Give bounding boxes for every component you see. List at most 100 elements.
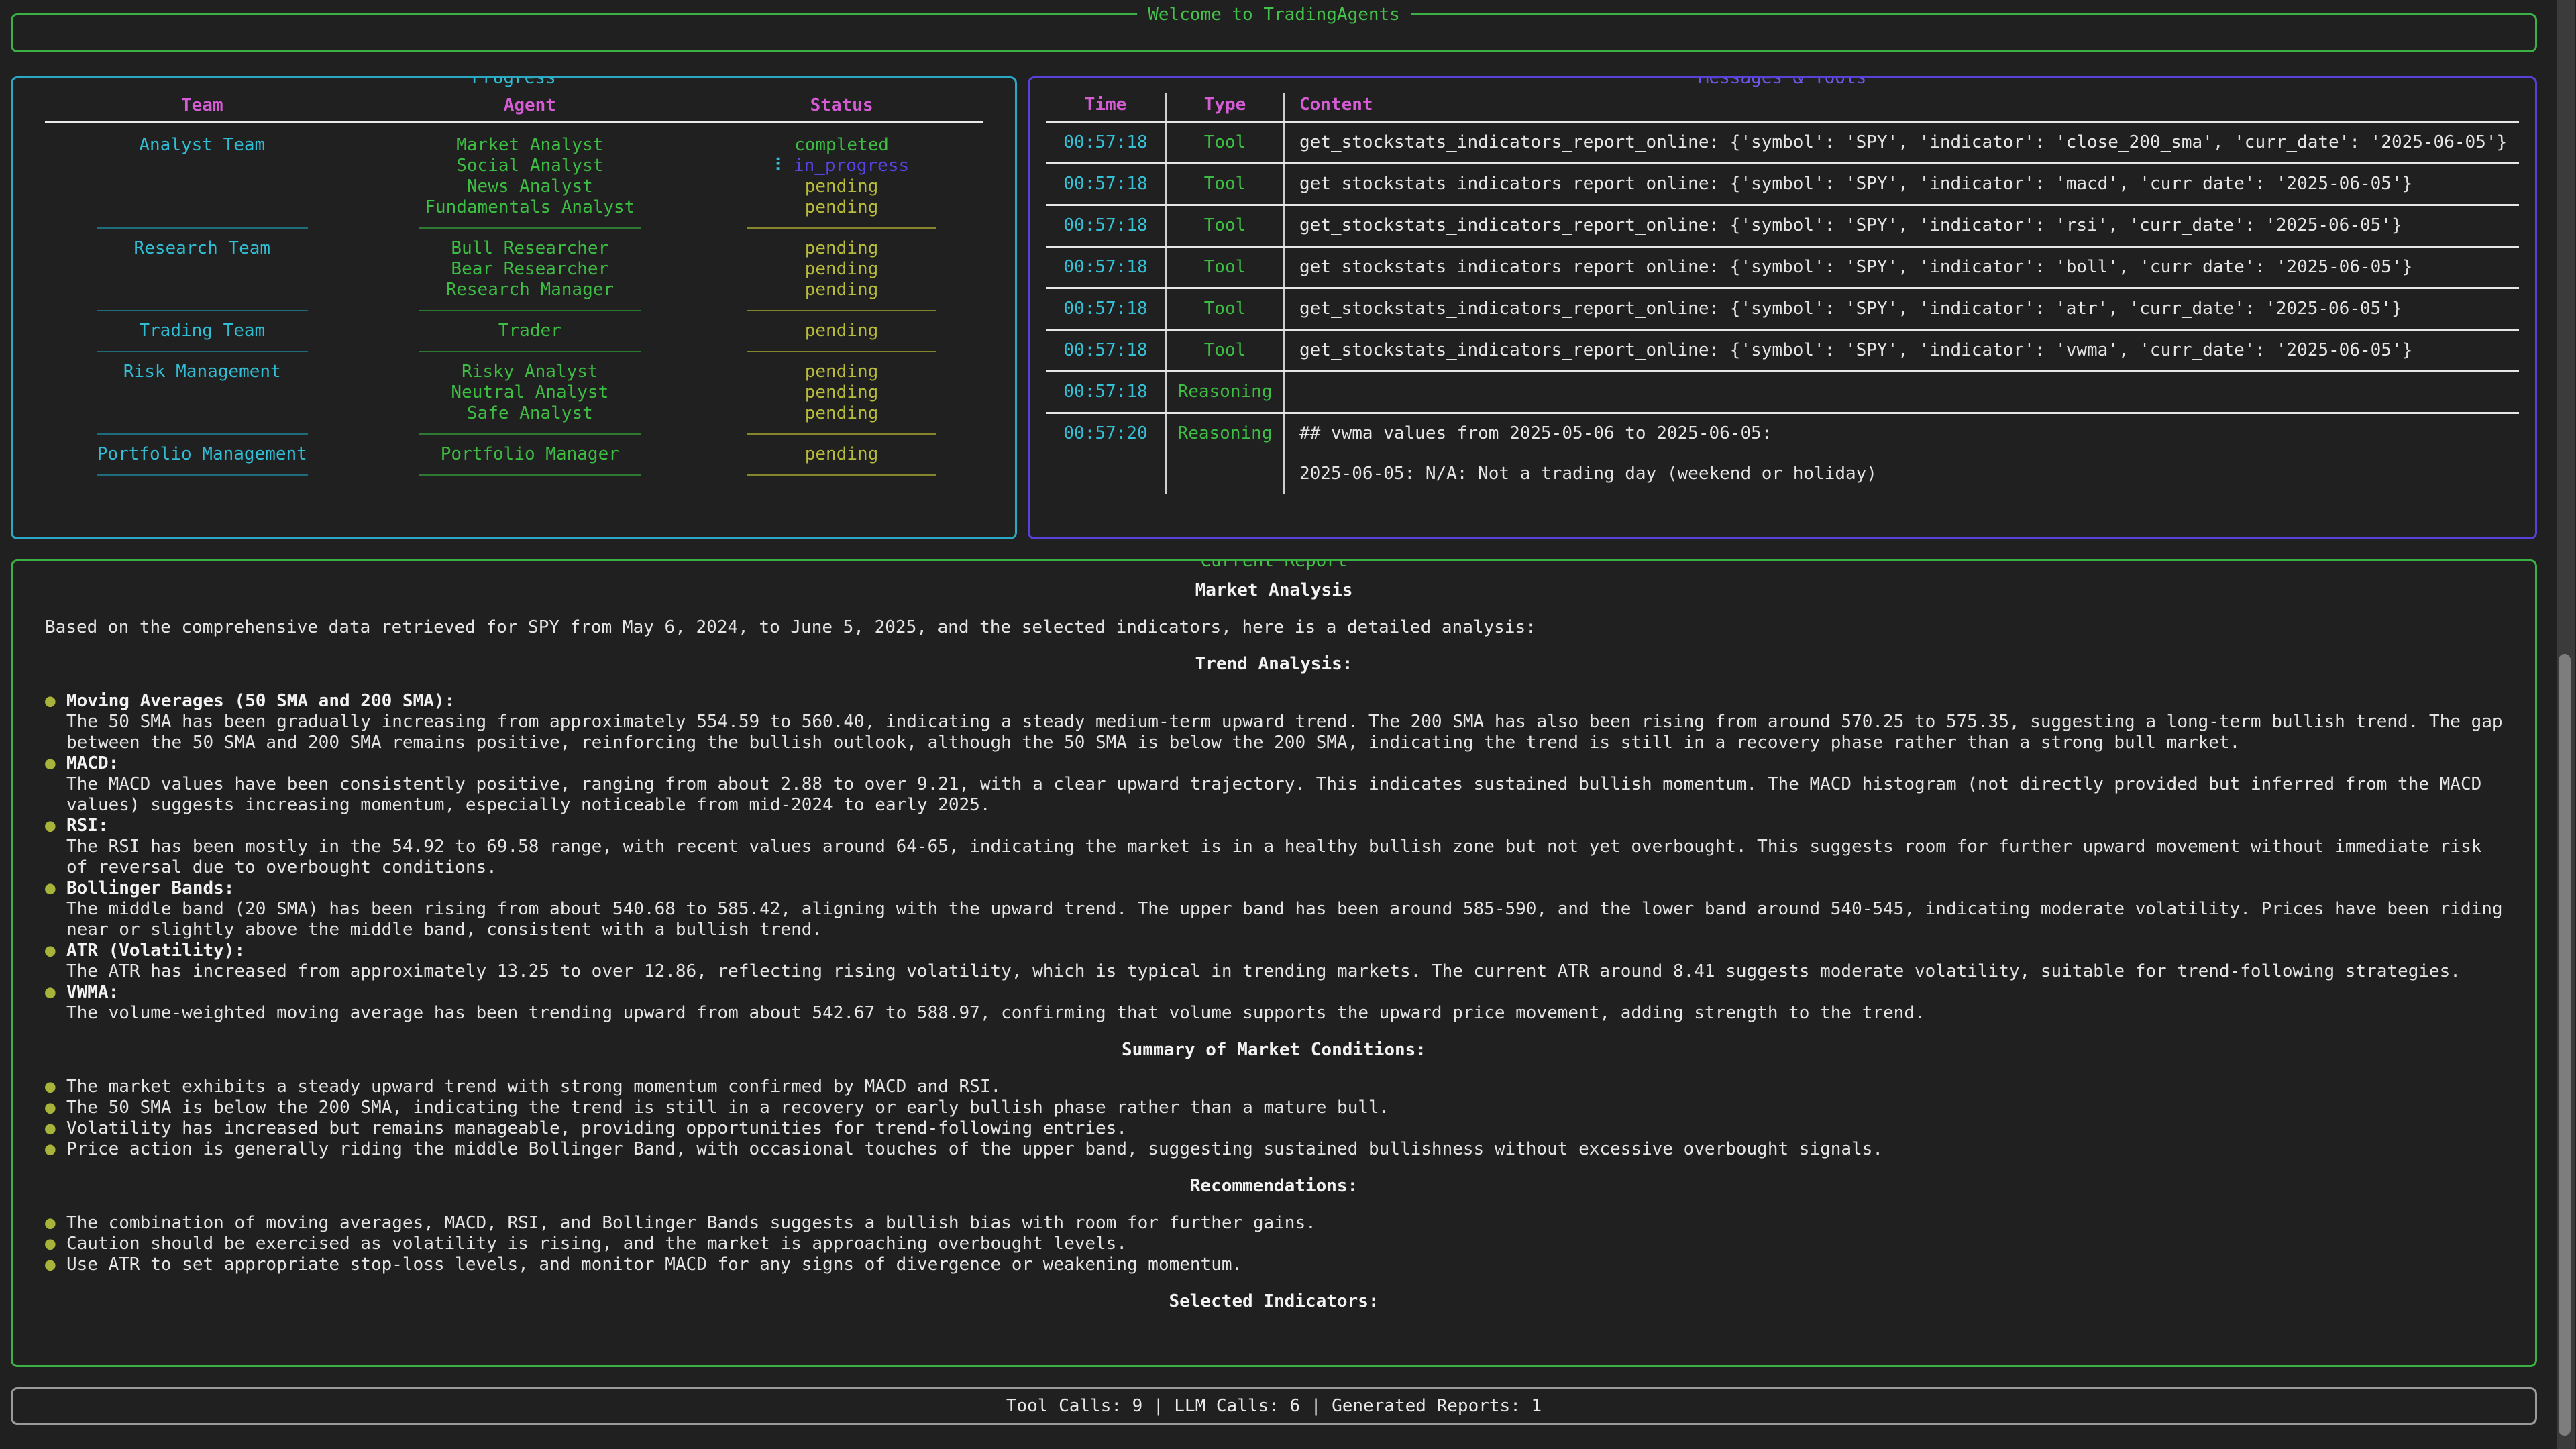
group-separator bbox=[362, 424, 698, 444]
bullet-text: Volatility has increased but remains man… bbox=[66, 1118, 2508, 1139]
bullet-dot-icon: ● bbox=[40, 878, 66, 941]
progress-column-header: Agent bbox=[362, 93, 698, 117]
message-time: 00:57:18 bbox=[1046, 206, 1167, 246]
bullet-text: The RSI has been mostly in the 54.92 to … bbox=[66, 837, 2508, 878]
message-content-line: get_stockstats_indicators_report_online:… bbox=[1299, 299, 2519, 319]
status-row: Progress TeamAgentStatusAnalyst TeamMark… bbox=[11, 76, 2537, 539]
bullet-text: The MACD values have been consistently p… bbox=[66, 774, 2508, 816]
report-section-heading: Trend Analysis: bbox=[40, 654, 2508, 675]
report-bullet: ●Bollinger Bands:The middle band (20 SMA… bbox=[40, 878, 2508, 941]
agent-label: Safe Analyst bbox=[362, 403, 698, 424]
message-type: Tool bbox=[1167, 289, 1285, 329]
agent-label: Market Analyst bbox=[362, 135, 698, 156]
group-separator bbox=[362, 218, 698, 238]
status-text: pending bbox=[805, 197, 879, 217]
bullet-label: Moving Averages (50 SMA and 200 SMA): bbox=[66, 691, 2508, 712]
status-badge: pending bbox=[698, 382, 985, 403]
status-text: pending bbox=[805, 444, 879, 464]
messages-column-header: Type bbox=[1167, 93, 1285, 121]
report-intro: Based on the comprehensive data retrieve… bbox=[40, 617, 2508, 638]
message-content bbox=[1285, 372, 2519, 412]
report-bullet: ●The combination of moving averages, MAC… bbox=[40, 1213, 2508, 1234]
bullet-text: Caution should be exercised as volatilit… bbox=[66, 1234, 2508, 1254]
message-time: 00:57:18 bbox=[1046, 372, 1167, 412]
message-time: 00:57:18 bbox=[1046, 164, 1167, 204]
progress-column-header: Status bbox=[698, 93, 985, 117]
bullet-content: MACD:The MACD values have been consisten… bbox=[66, 753, 2508, 816]
messages-header-row: TimeTypeContent bbox=[1046, 93, 2519, 123]
message-content-line: get_stockstats_indicators_report_online:… bbox=[1299, 174, 2519, 195]
bullet-content: Volatility has increased but remains man… bbox=[66, 1118, 2508, 1139]
message-row: 00:57:18Tool get_stockstats_indicators_re… bbox=[1046, 206, 2519, 248]
message-content-line bbox=[1299, 444, 2519, 464]
bullet-dot-icon: ● bbox=[40, 1077, 66, 1097]
agent-label: Trader bbox=[362, 321, 698, 341]
bullet-content: Price action is generally riding the mid… bbox=[66, 1139, 2508, 1160]
status-badge: pending bbox=[698, 259, 985, 280]
messages-panel: Messages & Tools TimeTypeContent00:57:18… bbox=[1028, 76, 2537, 539]
bullet-text: The 50 SMA is below the 200 SMA, indicat… bbox=[66, 1097, 2508, 1118]
messages-column-header: Content bbox=[1285, 93, 2519, 121]
team-label: Research Team bbox=[42, 238, 362, 259]
message-content-line: get_stockstats_indicators_report_online:… bbox=[1299, 257, 2519, 278]
bullet-dot-icon: ● bbox=[40, 816, 66, 878]
message-content-line: get_stockstats_indicators_report_online:… bbox=[1299, 215, 2519, 236]
message-time: 00:57:18 bbox=[1046, 289, 1167, 329]
bullet-content: ATR (Volatility):The ATR has increased f… bbox=[66, 941, 2508, 982]
bullet-content: VWMA:The volume-weighted moving average … bbox=[66, 982, 2508, 1024]
message-row: 00:57:18Toolget_stockstats_indicators_re… bbox=[1046, 248, 2519, 289]
progress-column-header: Team bbox=[42, 93, 362, 117]
team-label: Analyst Team bbox=[42, 135, 362, 156]
message-row: 00:57:18Toolget_stockstats_indicators_re… bbox=[1046, 123, 2519, 164]
progress-panel: Progress TeamAgentStatusAnalyst TeamMark… bbox=[11, 76, 1017, 539]
status-text: pending bbox=[805, 259, 879, 279]
report-bullet: ●Use ATR to set appropriate stop-loss le… bbox=[40, 1254, 2508, 1275]
bullet-text: Price action is generally riding the mid… bbox=[66, 1139, 2508, 1160]
status-badge: pending bbox=[698, 362, 985, 382]
bullet-text: The combination of moving averages, MACD… bbox=[66, 1213, 2508, 1234]
bullet-content: Moving Averages (50 SMA and 200 SMA):The… bbox=[66, 691, 2508, 753]
team-label bbox=[42, 280, 362, 301]
bullet-content: Caution should be exercised as volatilit… bbox=[66, 1234, 2508, 1254]
status-text: pending bbox=[805, 321, 879, 341]
message-type: Tool bbox=[1167, 331, 1285, 370]
bullet-label: RSI: bbox=[66, 816, 2508, 837]
bullet-dot-icon: ● bbox=[40, 982, 66, 1024]
group-separator bbox=[698, 341, 985, 362]
bullet-content: The market exhibits a steady upward tren… bbox=[66, 1077, 2508, 1097]
agent-label: Fundamentals Analyst bbox=[362, 197, 698, 218]
team-label bbox=[42, 197, 362, 218]
bullet-content: The combination of moving averages, MACD… bbox=[66, 1213, 2508, 1234]
message-content: get_stockstats_indicators_report_online:… bbox=[1285, 206, 2519, 246]
message-content-line: ## vwma values from 2025-05-06 to 2025-0… bbox=[1299, 423, 2519, 444]
message-time: 00:57:18 bbox=[1046, 331, 1167, 370]
group-separator bbox=[362, 341, 698, 362]
bullet-dot-icon: ● bbox=[40, 1097, 66, 1118]
message-type: Reasoning bbox=[1167, 372, 1285, 412]
scrollbar-track[interactable] bbox=[2557, 0, 2575, 1449]
message-type: Tool bbox=[1167, 248, 1285, 287]
bullet-text: The 50 SMA has been gradually increasing… bbox=[66, 712, 2508, 753]
bullet-dot-icon: ● bbox=[40, 1234, 66, 1254]
status-badge: ⠇in_progress bbox=[698, 156, 985, 176]
message-content-line: 2025-06-05: N/A: Not a trading day (week… bbox=[1299, 464, 2519, 484]
report-section-heading: Summary of Market Conditions: bbox=[40, 1040, 2508, 1061]
group-separator bbox=[42, 465, 362, 485]
status-badge: pending bbox=[698, 238, 985, 259]
report-body: Market AnalysisBased on the comprehensiv… bbox=[13, 561, 2535, 1312]
group-separator bbox=[698, 218, 985, 238]
welcome-title: Welcome to TradingAgents bbox=[1137, 5, 1411, 25]
message-content: get_stockstats_indicators_report_online:… bbox=[1285, 331, 2519, 370]
message-row: 00:57:18Reasoning bbox=[1046, 372, 2519, 414]
scrollbar-thumb[interactable] bbox=[2559, 654, 2571, 1436]
spinner-icon: ⠇ bbox=[774, 156, 787, 176]
message-type: Reasoning bbox=[1167, 414, 1285, 494]
message-content-line: get_stockstats_indicators_report_online:… bbox=[1299, 340, 2519, 361]
message-time: 00:57:20 bbox=[1046, 414, 1167, 494]
report-panel: Current Report Market AnalysisBased on t… bbox=[11, 559, 2537, 1367]
message-type: Tool bbox=[1167, 206, 1285, 246]
report-bullet: ●Caution should be exercised as volatili… bbox=[40, 1234, 2508, 1254]
bullet-text: The ATR has increased from approximately… bbox=[66, 961, 2508, 982]
report-bullet: ●VWMA:The volume-weighted moving average… bbox=[40, 982, 2508, 1024]
group-separator bbox=[42, 424, 362, 444]
